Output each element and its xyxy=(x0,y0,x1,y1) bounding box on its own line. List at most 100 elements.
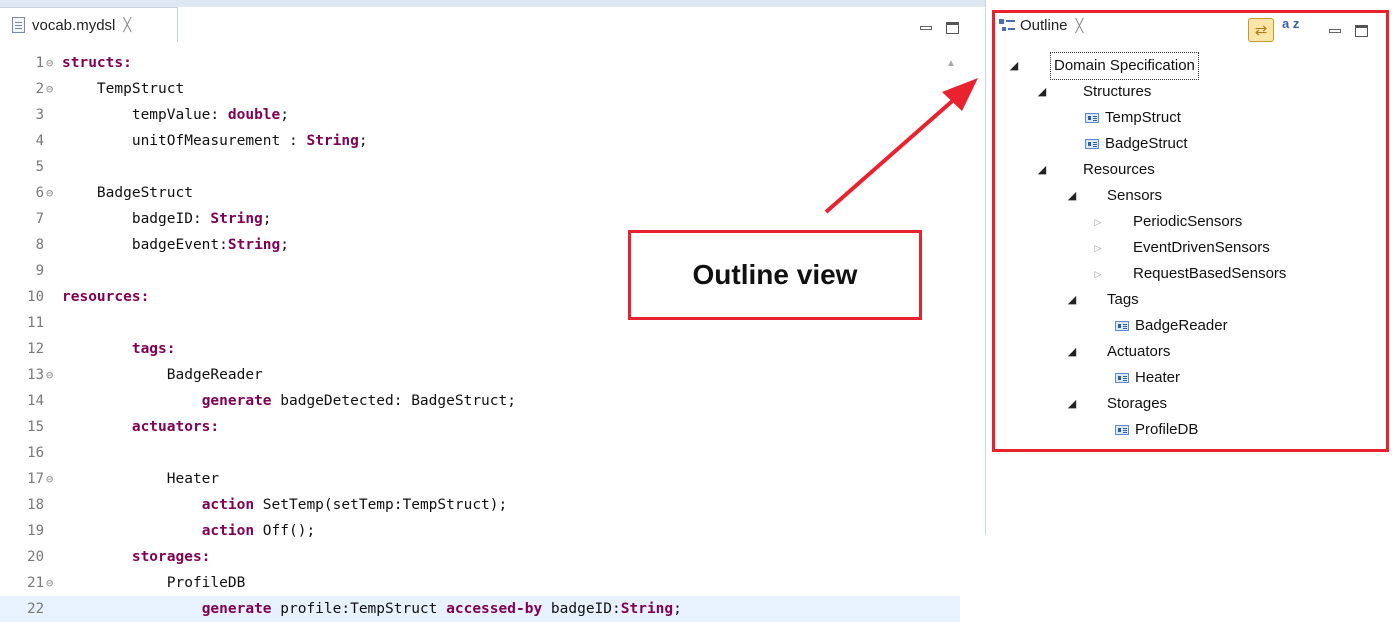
code-keyword: String xyxy=(210,211,263,227)
code-line[interactable]: 5 xyxy=(0,154,960,180)
code-line[interactable]: 19 action Off(); xyxy=(0,518,960,544)
code-text: ProfileDB xyxy=(62,570,246,596)
tree-node[interactable]: ▷ EventDrivenSensors xyxy=(995,235,1386,261)
tree-node[interactable]: ▷ PeriodicSensors xyxy=(995,209,1386,235)
code-token: ; xyxy=(280,237,289,253)
expand-arrow-icon[interactable]: ▷ xyxy=(1091,209,1105,235)
tree-node[interactable]: BadgeReader xyxy=(995,313,1386,339)
code-text: generate badgeDetected: BadgeStruct; xyxy=(62,388,516,414)
code-line[interactable]: 15 actuators: xyxy=(0,414,960,440)
fold-toggle-icon[interactable]: ⊖ xyxy=(46,466,53,492)
code-text: tempValue: double; xyxy=(62,102,289,128)
line-number: 12 xyxy=(27,341,44,357)
collapse-arrow-icon[interactable]: ◢ xyxy=(1065,183,1079,209)
fold-toggle-icon[interactable]: ⊖ xyxy=(46,180,53,206)
code-line[interactable]: 21 ⊖ ProfileDB xyxy=(0,570,960,596)
code-line[interactable]: 18 action SetTemp(setTemp:TempStruct); xyxy=(0,492,960,518)
collapse-arrow-icon[interactable]: ◢ xyxy=(1007,53,1021,79)
code-line[interactable]: 6 ⊖ BadgeStruct xyxy=(0,180,960,206)
code-line[interactable]: 20 storages: xyxy=(0,544,960,570)
tree-node[interactable]: ◢ Tags xyxy=(995,287,1386,313)
code-text: storages: xyxy=(62,544,211,570)
link-with-editor-button[interactable]: ⇄ xyxy=(1248,18,1274,42)
tree-node[interactable]: ◢ Domain Specification xyxy=(995,52,1386,80)
minimize-button[interactable] xyxy=(920,26,932,30)
code-line[interactable]: 12 tags: xyxy=(0,336,960,362)
expand-arrow-icon[interactable]: ▷ xyxy=(1091,235,1105,261)
maximize-button[interactable] xyxy=(946,22,959,34)
code-token: ; xyxy=(262,211,272,227)
sort-alphabetically-button[interactable]: a z xyxy=(1282,16,1300,31)
tree-node-label: Tags xyxy=(1107,291,1139,308)
code-line[interactable]: 14 generate badgeDetected: BadgeStruct; xyxy=(0,388,960,414)
fold-toggle-icon[interactable]: ⊖ xyxy=(46,362,53,388)
code-line[interactable]: 3 tempValue: double; xyxy=(0,102,960,128)
collapse-arrow-icon[interactable]: ◢ xyxy=(1035,157,1049,183)
tree-node[interactable]: ◢ Sensors xyxy=(995,183,1386,209)
struct-element-icon xyxy=(1085,139,1099,149)
code-line[interactable]: 13 ⊖ BadgeReader xyxy=(0,362,960,388)
collapse-arrow-icon[interactable]: ◢ xyxy=(1065,391,1079,417)
line-number: 9 xyxy=(35,263,44,279)
tree-node[interactable]: Heater xyxy=(995,365,1386,391)
expand-arrow-icon[interactable]: ▷ xyxy=(1091,261,1105,287)
code-text: BadgeReader xyxy=(62,362,263,388)
code-token: ; xyxy=(280,107,289,123)
maximize-button[interactable] xyxy=(1355,25,1368,37)
code-line[interactable]: 2 ⊖ TempStruct xyxy=(0,76,960,102)
collapse-arrow-icon[interactable]: ◢ xyxy=(1065,339,1079,365)
line-number: 17 xyxy=(27,471,44,487)
tree-node[interactable]: ▷ RequestBasedSensors xyxy=(995,261,1386,287)
code-line[interactable]: 22 generate profile:TempStruct accessed-… xyxy=(0,596,960,622)
tree-node-label: Heater xyxy=(1135,369,1181,386)
tree-node[interactable]: ◢ Resources xyxy=(995,157,1386,183)
code-keyword: generate xyxy=(201,601,272,617)
code-text: Heater xyxy=(62,466,219,492)
tree-node[interactable]: ProfileDB xyxy=(995,417,1386,443)
fold-toggle-icon[interactable]: ⊖ xyxy=(46,50,53,76)
collapse-arrow-icon[interactable]: ◢ xyxy=(1065,287,1079,313)
fold-toggle-icon[interactable]: ⊖ xyxy=(46,76,53,102)
code-token: badgeID: xyxy=(62,211,211,227)
line-number: 1 xyxy=(35,55,44,71)
close-icon[interactable]: ╳ xyxy=(123,17,131,33)
code-line[interactable]: 16 xyxy=(0,440,960,466)
tree-node[interactable]: ◢ Actuators xyxy=(995,339,1386,365)
code-line[interactable]: 1 ⊖ structs: xyxy=(0,50,960,76)
outline-tree[interactable]: ◢ Domain Specification ◢ Structures TempStru… xyxy=(995,52,1386,443)
close-icon[interactable]: ╳ xyxy=(1076,18,1084,34)
code-line[interactable]: 7 badgeID: String; xyxy=(0,206,960,232)
outline-tab[interactable]: Outline ╳ xyxy=(999,17,1083,34)
code-keyword: structs: xyxy=(62,55,132,71)
editor-window-buttons xyxy=(920,22,959,34)
fold-toggle-icon[interactable]: ⊖ xyxy=(46,570,53,596)
code-text: action Off(); xyxy=(62,518,316,544)
code-line[interactable]: 4 unitOfMeasurement : String; xyxy=(0,128,960,154)
collapse-arrow-icon[interactable]: ◢ xyxy=(1035,79,1049,105)
tree-node-label: ProfileDB xyxy=(1135,421,1199,438)
code-token: Heater xyxy=(62,471,220,487)
outline-view-callout: Outline view xyxy=(628,230,922,320)
tree-node-label: Resources xyxy=(1083,161,1155,178)
line-number: 16 xyxy=(27,445,44,461)
sort-icon: a z xyxy=(1282,16,1300,31)
code-line[interactable]: 17 ⊖ Heater xyxy=(0,466,960,492)
struct-element-icon xyxy=(1085,113,1099,123)
code-area[interactable]: 1 ⊖ structs: 2 ⊖ TempStruct 3 tempValue: doub… xyxy=(0,50,960,622)
editor-tab[interactable]: vocab.mydsl ╳ xyxy=(0,7,178,42)
callout-label: Outline view xyxy=(692,259,858,290)
tree-node[interactable]: ◢ Structures xyxy=(995,79,1386,105)
tree-node[interactable]: TempStruct xyxy=(995,105,1386,131)
code-token: ProfileDB xyxy=(62,575,246,591)
code-text: badgeID: String; xyxy=(62,206,272,232)
minimize-button[interactable] xyxy=(1329,29,1341,33)
tree-node[interactable]: BadgeStruct xyxy=(995,131,1386,157)
tree-node-label: Sensors xyxy=(1107,187,1163,204)
line-number: 21 xyxy=(27,575,44,591)
tree-node[interactable]: ◢ Storages xyxy=(995,391,1386,417)
code-keyword: generate xyxy=(201,393,272,409)
